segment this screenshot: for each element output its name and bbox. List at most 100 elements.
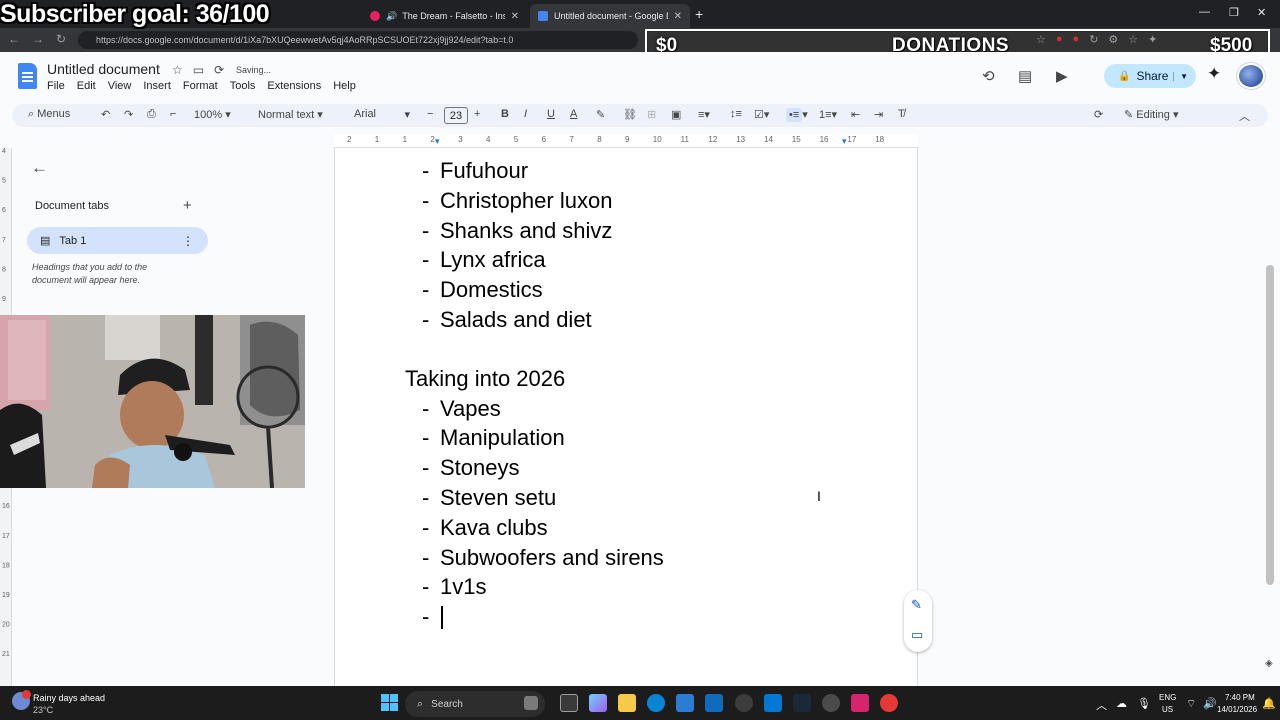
add-tab-icon[interactable]: + [183,197,192,214]
refresh-icon[interactable]: ↻ [1089,33,1098,46]
wifi-icon[interactable]: ⌔ [1186,697,1196,711]
chrome-icon[interactable] [880,694,898,712]
back-icon[interactable]: ← [8,32,20,46]
browser-tab[interactable]: 🔊 The Dream - Falsetto - Instru ✕ [362,4,527,28]
tab-1[interactable]: ▤ Tab 1 ⋮ [27,227,208,254]
close-icon[interactable]: ✕ [511,11,519,22]
extension-icon[interactable]: ⚙ [1108,33,1118,46]
volume-icon[interactable]: 🔊 [1203,697,1217,710]
editing-mode-select[interactable]: ✎ Editing ▾ [1124,108,1179,121]
restore-icon[interactable]: ❐ [1229,6,1239,19]
speaker-icon[interactable]: 🔊 [386,11,397,22]
star-icon[interactable]: ☆ [1036,33,1046,46]
version-history-icon[interactable]: ⟲ [982,67,995,85]
more-icon[interactable]: ⋮ [182,234,194,248]
align-icon[interactable]: ≡▾ [698,108,710,121]
zoom-select[interactable]: 100% ▾ [194,108,231,121]
reload-icon[interactable]: ↻ [56,32,66,46]
chevron-up-icon[interactable]: ︿ [1239,108,1250,124]
underline-icon[interactable]: U [547,108,555,120]
increase-font-icon[interactable]: + [474,108,480,120]
show-hidden-icons[interactable]: ︿ [1096,697,1107,713]
extension-icon[interactable]: ● [1056,33,1063,46]
clock-time[interactable]: 7:40 PM [1225,693,1255,702]
outlook-icon[interactable] [676,694,694,712]
document-title[interactable]: Untitled document [47,61,160,77]
back-arrow-icon[interactable]: ← [31,158,48,178]
star-icon[interactable]: ☆ [172,63,183,77]
clear-formatting-icon[interactable]: T̸ [898,108,905,120]
docs-logo-icon[interactable] [18,63,37,89]
avatar[interactable] [1237,63,1265,89]
bulleted-list-icon[interactable]: •≡ ▾ [786,108,808,122]
tiktok-icon[interactable] [851,694,869,712]
numbered-list-icon[interactable]: 1≡▾ [819,108,837,121]
start-button[interactable] [381,694,398,711]
extension-icon[interactable]: ✦ [1148,33,1157,46]
copilot-icon[interactable] [589,694,607,712]
undo-icon[interactable]: ↶ [101,108,110,121]
browser-tab-active[interactable]: Untitled document - Google Docs ✕ [530,4,690,28]
app-icon[interactable] [735,694,753,712]
indent-marker-icon[interactable]: ▾ [435,136,440,147]
weather-icon[interactable] [12,690,31,710]
font-select[interactable]: Arial ▾ [354,108,410,121]
weather-title[interactable]: Rainy days ahead [33,693,105,703]
italic-icon[interactable]: I [524,108,527,120]
highlight-icon[interactable]: ✎ [596,108,605,121]
language-indicator[interactable]: ENG [1159,693,1176,702]
chevron-down-icon[interactable]: ▼ [1173,71,1188,81]
redo-icon[interactable]: ↷ [124,108,133,121]
menu-format[interactable]: Format [183,80,218,92]
meet-icon[interactable]: ▶ [1056,67,1068,85]
notification-icon[interactable]: 🔔 [1262,697,1276,710]
decrease-font-icon[interactable]: − [427,108,433,120]
line-spacing-icon[interactable]: ↕≡ [730,108,742,120]
style-select[interactable]: Normal text ▾ [258,108,323,121]
extension-icon[interactable]: ● [1073,33,1080,46]
menu-view[interactable]: View [108,80,132,92]
font-size-input[interactable]: 23 [444,107,468,124]
store-icon[interactable] [764,694,782,712]
print-icon[interactable]: ⎙ [147,108,156,121]
minimize-icon[interactable]: — [1199,6,1210,18]
mail-icon[interactable] [705,694,723,712]
file-explorer-icon[interactable] [618,694,636,712]
edge-icon[interactable] [647,694,665,712]
comment-add-icon[interactable]: ⊞ [647,108,656,121]
bold-icon[interactable]: B [501,108,509,120]
menu-extensions[interactable]: Extensions [267,80,321,92]
forward-icon[interactable]: → [32,32,44,46]
explore-icon[interactable]: ◈ [1265,658,1273,669]
decrease-indent-icon[interactable]: ⇤ [851,108,860,121]
extension-icons[interactable]: ☆ ● ● ↻ ⚙ ☆ ✦ [1036,33,1157,46]
network-tray-icon[interactable]: ☁ [1116,697,1127,710]
bookmark-icon[interactable]: ☆ [1128,33,1138,46]
new-tab-icon[interactable]: + [695,6,703,22]
search-menus[interactable]: ⌕ Menus [28,108,70,121]
right-margin-marker-icon[interactable]: ▾ [842,136,847,147]
close-window-icon[interactable]: ✕ [1257,6,1266,19]
comments-icon[interactable]: ▤ [1018,67,1032,85]
help-me-write-icon[interactable]: ✎ [911,597,922,613]
image-icon[interactable]: ▣ [671,108,681,121]
checklist-icon[interactable]: ☑▾ [754,108,769,121]
mic-icon[interactable]: 🎙 [1137,697,1151,710]
menu-tools[interactable]: Tools [230,80,256,92]
search-highlight-icon[interactable] [524,696,538,710]
paint-format-icon[interactable]: ⌐ [170,108,176,120]
close-icon[interactable]: ✕ [674,11,682,22]
menu-edit[interactable]: Edit [77,80,96,92]
scrollbar[interactable] [1266,265,1274,585]
steam-icon[interactable] [793,694,811,712]
link-icon[interactable]: ⛓ [623,108,637,121]
menu-insert[interactable]: Insert [143,80,171,92]
gemini-icon[interactable]: ✦ [1207,64,1221,84]
menu-file[interactable]: File [47,80,65,92]
gemini-edit-icon[interactable]: ⟳ [1094,108,1103,121]
obs-icon[interactable] [822,694,840,712]
list-item-current[interactable]: - [405,604,465,630]
increase-indent-icon[interactable]: ⇥ [874,108,883,121]
text-color-icon[interactable]: A [570,108,577,120]
folder-icon[interactable]: ▭ [193,63,204,77]
